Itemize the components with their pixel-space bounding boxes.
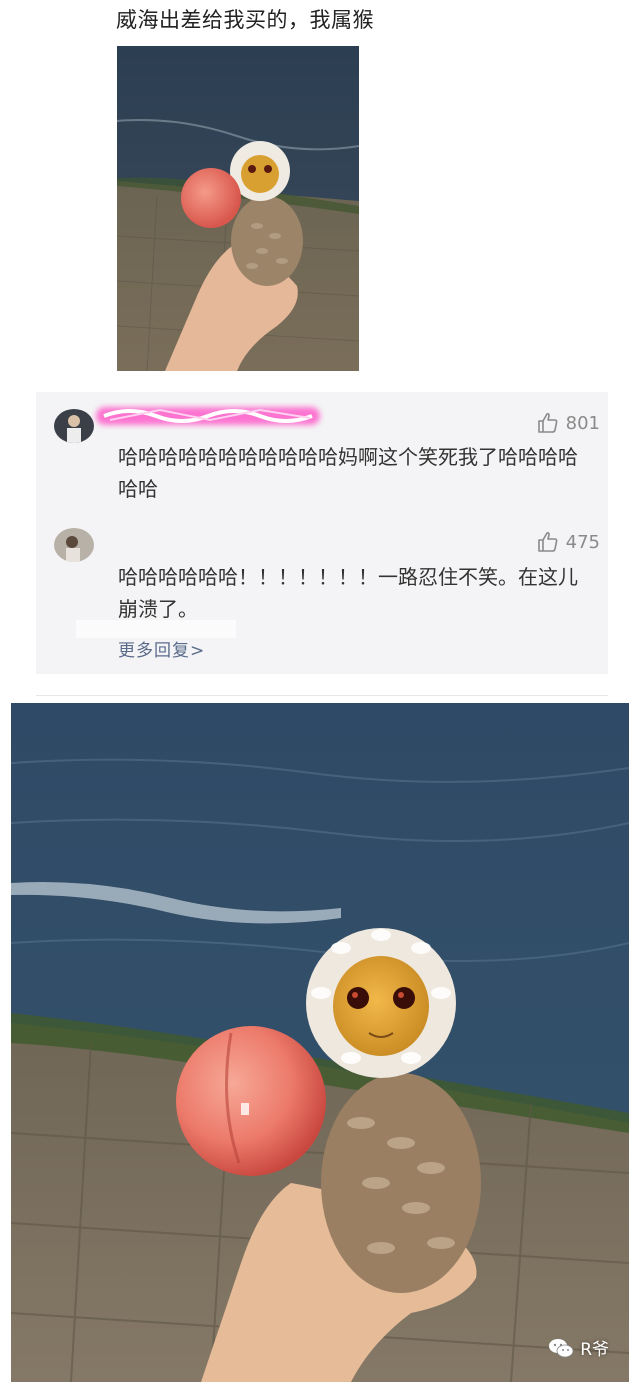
monkey-photo-small	[117, 46, 359, 371]
comment-text: 哈哈哈哈哈哈哈哈哈哈哈妈啊这个笑死我了哈哈哈哈哈哈	[118, 445, 578, 501]
post-photo-thumbnail[interactable]	[117, 46, 359, 371]
thumbs-up-icon	[537, 412, 558, 433]
watermark-text: R爷	[580, 1340, 609, 1360]
post-caption: 威海出差给我买的，我属猴	[116, 8, 374, 32]
comment-text: 哈哈哈哈哈哈！！！！！！！一路忍住不笑。在这儿崩溃了。	[118, 565, 578, 621]
more-replies-link[interactable]: 更多回复>	[118, 636, 205, 661]
divider	[36, 695, 608, 696]
like-count: 801	[565, 412, 600, 434]
monkey-photo-large	[11, 703, 629, 1382]
like-button[interactable]: 801	[536, 411, 600, 435]
avatar[interactable]	[54, 528, 94, 562]
like-button[interactable]: 475	[536, 530, 600, 554]
avatar-image	[54, 528, 94, 562]
comments-panel: 801 哈哈哈哈哈哈哈哈哈哈哈妈啊这个笑死我了哈哈哈哈哈哈 475 哈哈哈哈哈哈…	[36, 392, 608, 674]
thumbs-up-icon	[537, 531, 558, 552]
like-count: 475	[565, 531, 600, 553]
wechat-icon	[549, 1338, 574, 1357]
redacted-username	[96, 407, 320, 425]
post-photo-large[interactable]: R爷	[11, 703, 629, 1382]
avatar[interactable]	[54, 409, 94, 443]
avatar-image	[54, 409, 94, 443]
watermark: R爷	[548, 1335, 609, 1360]
